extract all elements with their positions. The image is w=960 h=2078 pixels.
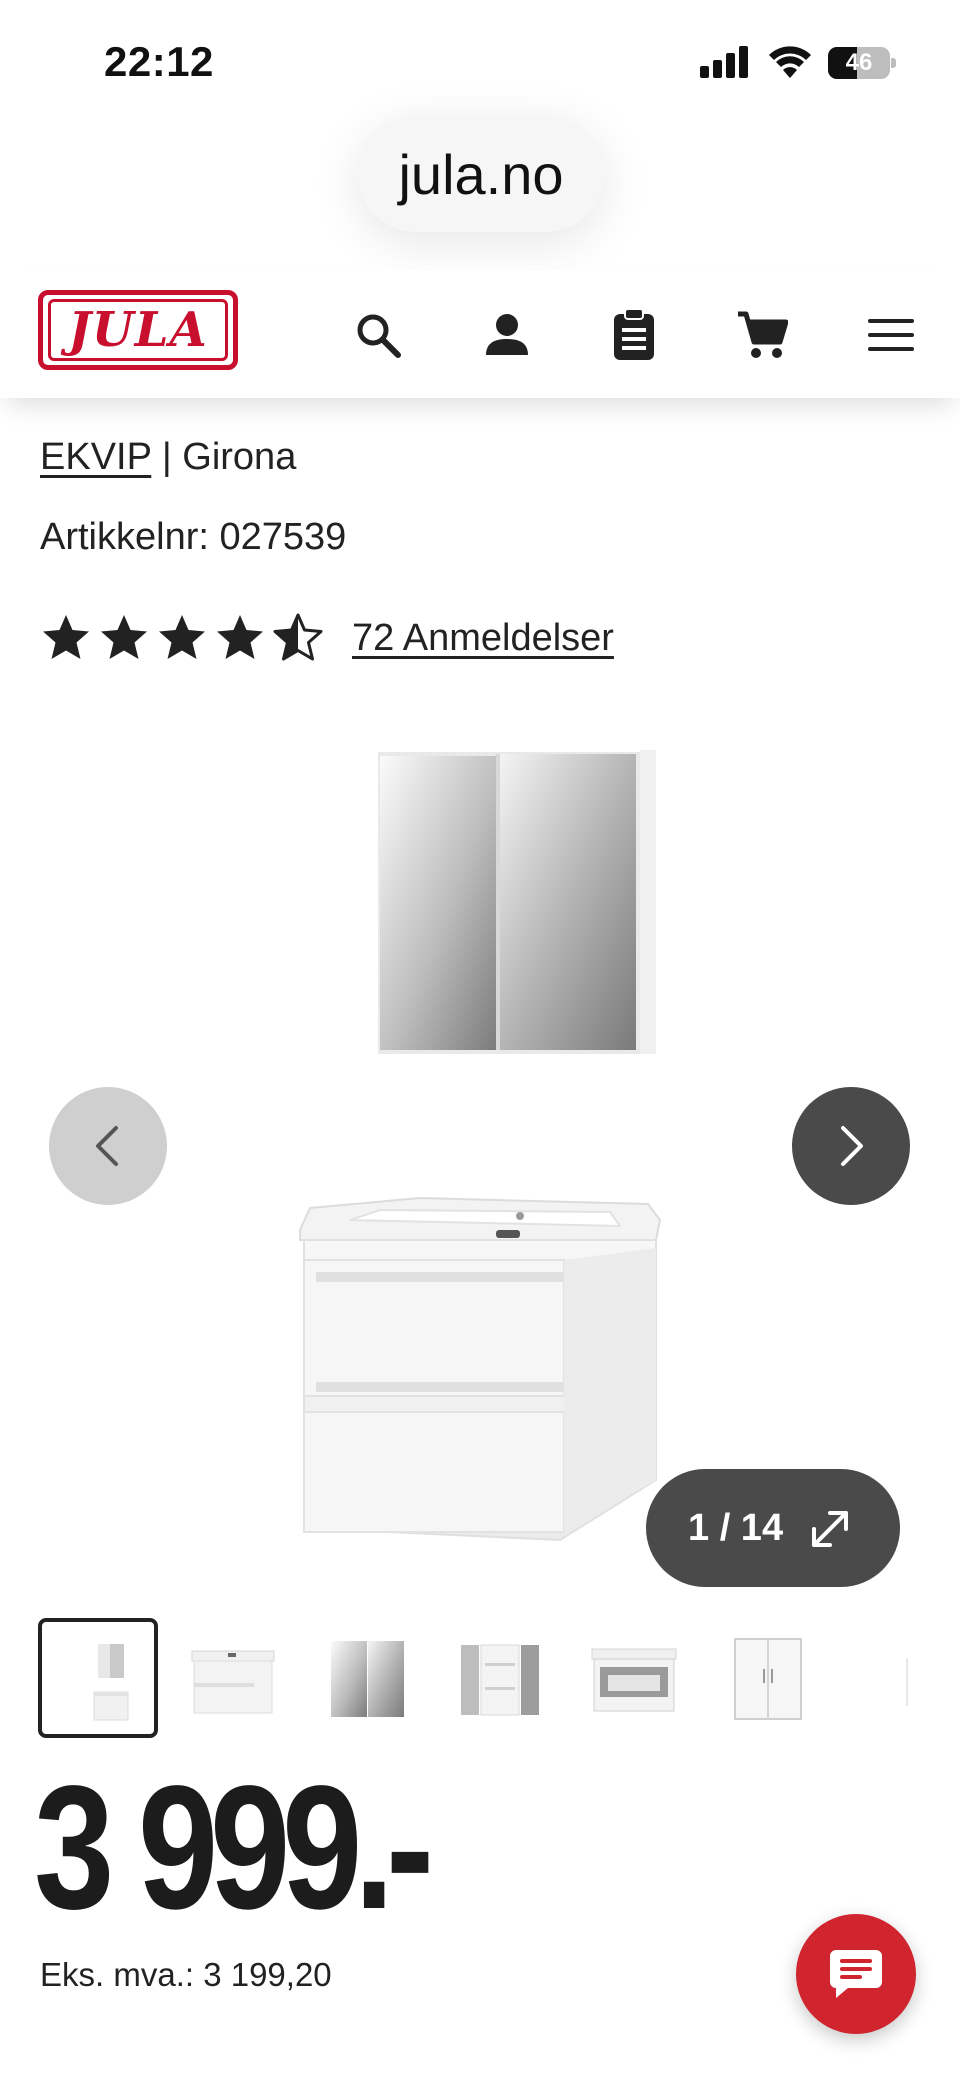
chevron-right-icon [841, 1126, 863, 1166]
hamburger-menu-icon [868, 319, 914, 351]
rating-stars [40, 612, 330, 664]
wifi-icon [769, 46, 811, 78]
account-button[interactable] [478, 306, 536, 364]
status-bar: 22:12 46 [0, 0, 960, 120]
product-gallery[interactable]: 1 / 14 [0, 720, 960, 1600]
thumbnail-3[interactable] [306, 1618, 426, 1738]
signal-icon [700, 46, 750, 78]
thumbnail-strip [38, 1618, 908, 1740]
url-bar[interactable]: jula.no [358, 116, 604, 232]
chevron-left-icon [96, 1126, 118, 1166]
thumbnail-6[interactable] [708, 1618, 828, 1738]
article-label: Artikkelnr: [40, 516, 220, 558]
star-full-icon [217, 615, 263, 659]
thumbnail-image [591, 1648, 677, 1712]
cart-button[interactable] [733, 306, 791, 364]
status-time: 22:12 [104, 38, 214, 85]
search-button[interactable] [349, 306, 407, 364]
product-price: 3 999.- [34, 1750, 434, 1946]
thumbnail-image [93, 1644, 129, 1721]
brand-link[interactable]: EKVIP [40, 436, 151, 478]
thumbnail-image [906, 1658, 908, 1706]
battery-icon: 46 [828, 47, 896, 79]
clipboard-list-icon [614, 308, 654, 360]
rating-row: 72 Anmeldelser [40, 610, 614, 666]
chat-bubble-icon [830, 1950, 882, 1998]
ex-vat-label: Eks. mva.: [40, 1956, 204, 1993]
star-full-icon [159, 615, 205, 659]
product-name: Girona [182, 436, 297, 478]
expand-icon [812, 1511, 848, 1547]
account-icon [486, 314, 528, 355]
star-full-icon [101, 615, 147, 659]
ex-vat-value: 3 199,20 [203, 1956, 332, 1993]
gallery-prev-button[interactable] [49, 1087, 167, 1205]
thumbnail-4[interactable] [440, 1618, 560, 1738]
price-ex-vat: Eks. mva.: 3 199,20 [40, 1956, 332, 1994]
url-text: jula.no [398, 142, 564, 206]
star-half-icon [273, 613, 323, 661]
gallery-counter-button[interactable]: 1 / 14 [646, 1469, 900, 1587]
cart-icon [738, 311, 788, 358]
thumbnail-image [734, 1638, 802, 1720]
star-full-icon [43, 615, 89, 659]
product-brand-line: EKVIP | Girona [40, 436, 296, 479]
gallery-counter: 1 / 14 [688, 1506, 784, 1549]
thumbnail-7[interactable] [842, 1618, 908, 1738]
battery-percent: 46 [845, 49, 873, 76]
list-button[interactable] [605, 306, 663, 364]
thumbnail-image [191, 1650, 275, 1714]
jula-logo[interactable]: JULA [38, 290, 238, 370]
gallery-next-button[interactable] [792, 1087, 910, 1205]
chat-button[interactable] [796, 1914, 916, 2034]
reviews-link[interactable]: 72 Anmeldelser [352, 617, 614, 660]
menu-button[interactable] [862, 306, 920, 364]
article-number: Artikkelnr: 027539 [40, 516, 346, 559]
thumbnail-2[interactable] [172, 1618, 292, 1738]
article-value: 027539 [219, 516, 347, 558]
site-header: JULA [0, 270, 960, 398]
thumbnail-image [461, 1644, 539, 1716]
brand-separator: | [151, 436, 183, 478]
search-icon [357, 314, 401, 358]
thumbnail-image [331, 1641, 404, 1717]
thumbnail-5[interactable] [574, 1618, 694, 1738]
thumbnail-1[interactable] [38, 1618, 158, 1738]
logo-text: JULA [68, 302, 208, 358]
